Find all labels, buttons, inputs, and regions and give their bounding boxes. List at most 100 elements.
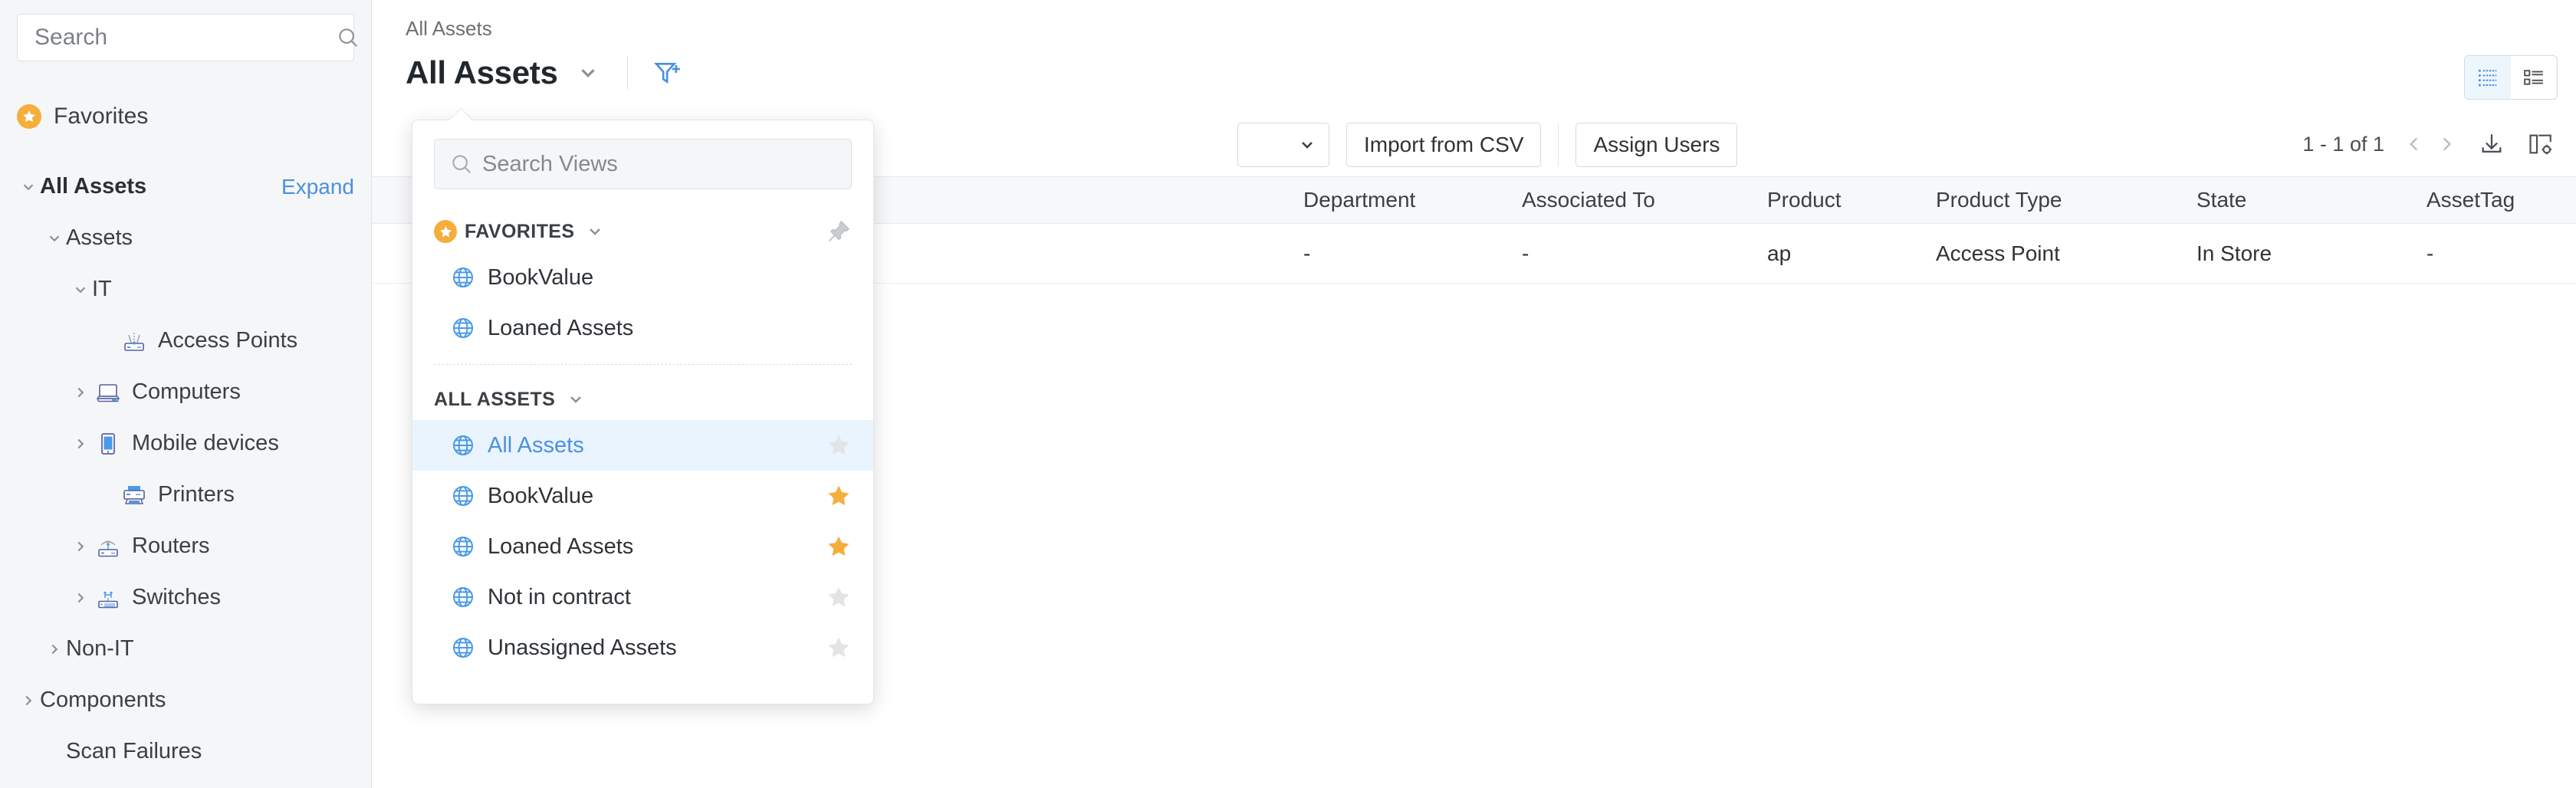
sidebar-item-access-points[interactable]: Access Points [0,315,371,366]
table-cell: - [1303,241,1311,265]
sidebar-item-label: Switches [132,585,222,609]
sidebar-item-assets[interactable]: Assets [0,212,371,264]
printer-icon [118,480,150,511]
view-item-all-assets[interactable]: All Assets [412,420,873,471]
sidebar-item-it[interactable]: IT [0,264,371,315]
globe-icon [451,484,475,508]
views-popup: FAVORITES BookValue [412,107,874,704]
chevron-right-icon[interactable] [69,432,92,455]
table-header-cell[interactable]: Associated To [1514,188,1760,212]
sidebar-expand-link[interactable]: Expand [281,175,354,199]
all-assets-group-header: ALL ASSETS [434,379,852,420]
add-filter-icon[interactable] [651,56,685,90]
star-badge-icon [17,104,41,129]
sidebar-favorites[interactable]: Favorites [0,94,371,140]
globe-icon [451,635,475,660]
views-dropdown-toggle[interactable] [572,57,604,89]
chevron-right-icon[interactable] [69,535,92,558]
sidebar-item-switches[interactable]: Switches [0,572,371,623]
chevron-placeholder-icon [95,484,118,507]
table-cell: - [2426,241,2434,265]
favorite-view-loaned-assets[interactable]: Loaned Assets [412,303,873,353]
view-item-label: All Assets [488,432,584,458]
chevron-right-icon[interactable] [69,381,92,404]
computer-icon [92,377,124,408]
search-icon [337,26,360,49]
star-filled-icon[interactable] [826,534,852,560]
view-item-label: BookValue [488,483,594,508]
sidebar-item-label: Assets [66,225,133,250]
chevron-placeholder-icon [95,330,118,353]
view-item-label: Loaned Assets [488,534,634,559]
chevron-down-icon[interactable] [17,176,40,199]
chevron-right-icon[interactable] [17,689,40,712]
sidebar-item-printers[interactable]: Printers [0,469,371,520]
sidebar-item-routers[interactable]: Routers [0,520,371,572]
sidebar-favorites-label: Favorites [54,103,149,129]
bulk-action-select[interactable] [1237,123,1329,167]
sidebar-item-non-it[interactable]: Non-IT [0,623,371,675]
import-from-csv-button[interactable]: Import from CSV [1346,123,1542,167]
chevron-down-icon[interactable] [43,227,66,250]
view-item-unassigned-assets[interactable]: Unassigned Assets [412,622,873,673]
globe-icon [451,265,475,290]
favorite-view-bookvalue[interactable]: BookValue [412,252,873,303]
chevron-down-icon[interactable] [566,389,586,409]
view-mode-toggle[interactable] [2464,55,2558,100]
search-input[interactable] [34,25,330,51]
globe-icon [451,316,475,340]
list-view-icon[interactable] [2465,56,2511,99]
title-divider [626,56,628,90]
sidebar-item-label: Components [40,688,166,712]
table-cell: In Store [2196,241,2272,265]
table-header-cell[interactable]: AssetTag [2419,188,2576,212]
sidebar-item-label: Access Points [158,328,298,353]
table-cell: ap [1767,241,1792,265]
table-header-cell[interactable]: State [2189,188,2419,212]
sidebar-item-label: Printers [158,482,235,507]
sidebar-item-computers[interactable]: Computers [0,366,371,418]
sidebar-item-label: Non-IT [66,636,134,661]
table-header-cell[interactable]: Product Type [1928,188,2189,212]
sidebar-item-components[interactable]: Components [0,675,371,726]
sidebar-item-scan-failures[interactable]: Scan Failures [0,726,371,777]
favorites-group-title: FAVORITES [465,220,575,242]
view-item-not-in-contract[interactable]: Not in contract [412,572,873,622]
views-search-box[interactable] [434,139,852,189]
search-icon [450,153,473,176]
detail-view-icon[interactable] [2511,56,2557,99]
toolbar-divider [1558,124,1559,166]
table-header-cell[interactable]: Product [1760,188,1928,212]
star-badge-icon [434,220,457,243]
router-icon [92,531,124,562]
table-header-cell[interactable]: Department [1296,188,1514,212]
chevron-down-icon[interactable] [69,278,92,301]
view-item-label: Loaned Assets [488,315,634,340]
table-cell: Access Point [1936,241,2060,265]
search-views-input[interactable] [482,151,836,177]
star-outline-icon[interactable] [826,432,852,458]
sidebar-item-label: Computers [132,379,241,404]
sidebar-item-mobile-devices[interactable]: Mobile devices [0,418,371,469]
star-outline-icon[interactable] [826,584,852,610]
view-item-loaned-assets[interactable]: Loaned Assets [412,521,873,572]
chevron-right-icon[interactable] [69,586,92,609]
view-item-label: Unassigned Assets [488,635,677,660]
page-title: All Assets [406,54,558,90]
star-filled-icon[interactable] [826,483,852,509]
chevron-right-icon[interactable] [43,638,66,661]
app-root: Favorites All Assets Expand Assets [0,0,2576,788]
sidebar-search-box[interactable] [17,14,358,61]
page-titlebar: All Assets [372,41,2576,91]
view-item-bookvalue[interactable]: BookValue [412,471,873,521]
sidebar-item-label: Mobile devices [132,431,279,455]
star-outline-icon[interactable] [826,635,852,661]
globe-icon [451,585,475,609]
sidebar-item-label: All Assets [40,174,147,199]
view-item-label: BookValue [488,264,594,290]
chevron-down-icon[interactable] [585,222,605,241]
pin-icon[interactable] [826,218,852,245]
sidebar: Favorites All Assets Expand Assets [0,0,372,788]
sidebar-item-all-assets[interactable]: All Assets Expand [0,161,371,212]
assign-users-button[interactable]: Assign Users [1576,123,1738,167]
